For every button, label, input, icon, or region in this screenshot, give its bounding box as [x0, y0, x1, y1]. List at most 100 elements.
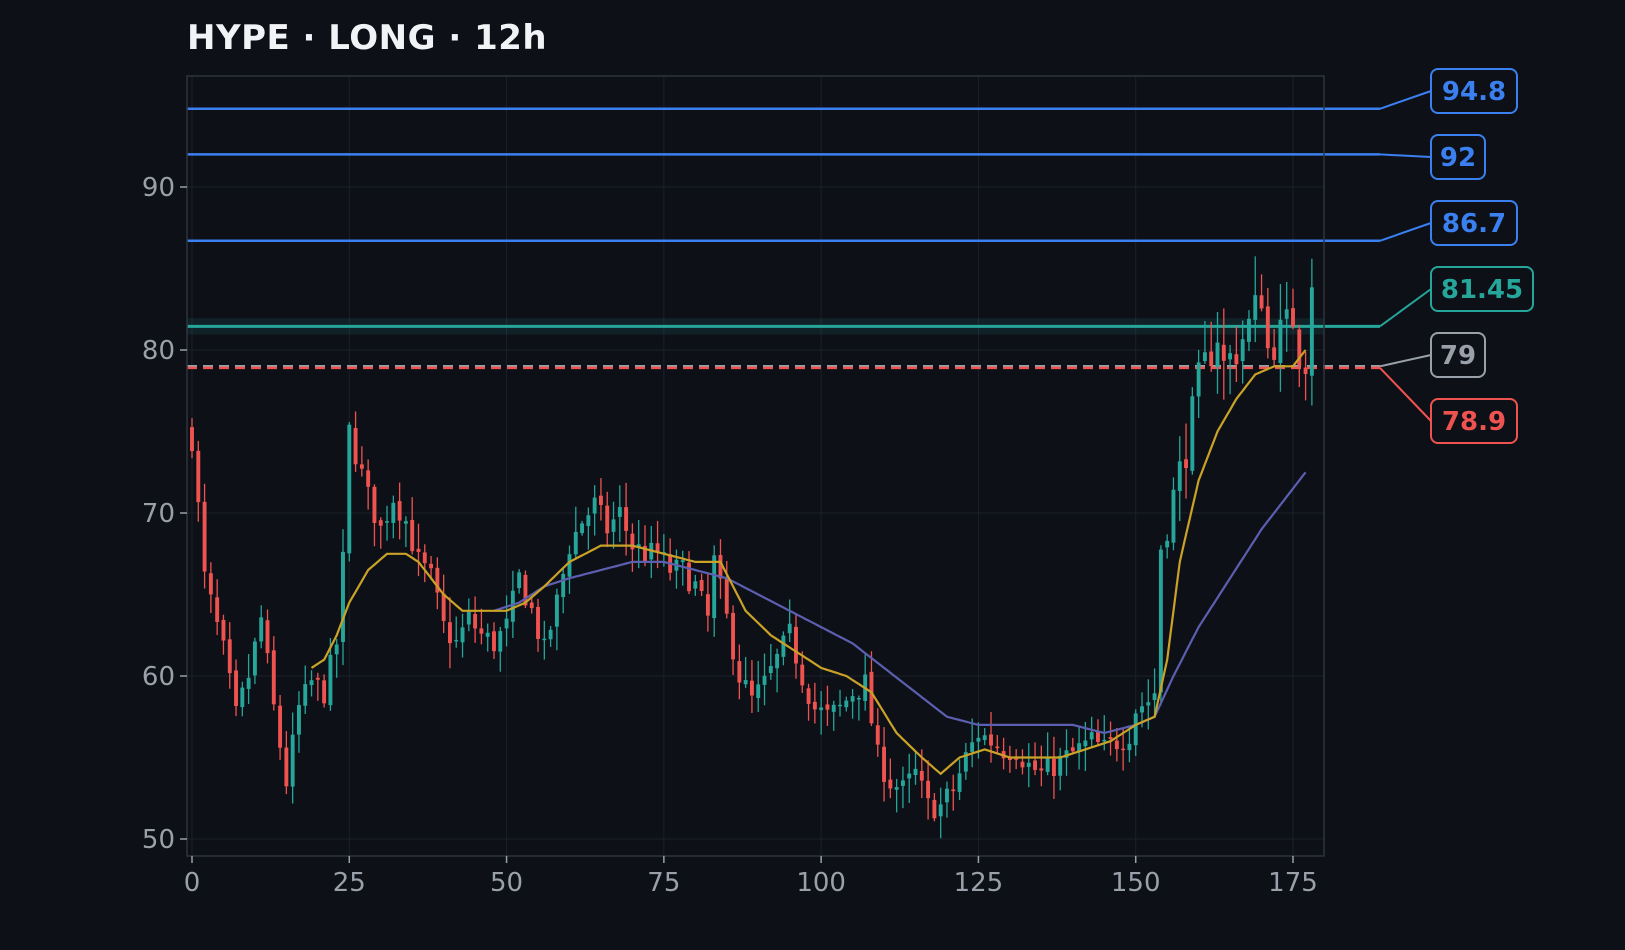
candle-body: [372, 486, 377, 523]
candle-body: [202, 501, 207, 572]
candle-body: [271, 650, 276, 705]
candle-body: [938, 804, 943, 817]
candle-body: [227, 639, 232, 674]
candle-body: [743, 680, 748, 685]
candle-body: [347, 424, 352, 554]
candle-body: [1184, 459, 1188, 469]
label-connector: [1379, 153, 1432, 158]
candle-body: [353, 427, 358, 465]
candle-body: [1051, 758, 1056, 776]
candle-body: [1070, 747, 1075, 752]
candle-body: [1020, 761, 1025, 768]
candle-body: [1196, 362, 1201, 397]
candle-body: [794, 626, 798, 664]
candle-body: [1026, 762, 1031, 767]
candle-body: [1039, 768, 1044, 771]
candle-body: [598, 495, 603, 506]
candle-body: [1228, 353, 1233, 360]
candle-body: [1171, 489, 1176, 543]
candle-body: [825, 704, 830, 710]
candle-body: [1265, 306, 1270, 349]
x-tick-label: 175: [1268, 868, 1318, 898]
candle-body: [554, 594, 559, 627]
candle-body: [781, 635, 786, 657]
candle-body: [1121, 748, 1126, 751]
candle-body: [850, 696, 855, 702]
candle-body: [359, 464, 364, 469]
candle-body: [366, 470, 371, 487]
candle-body: [429, 563, 434, 569]
candle-body: [309, 680, 314, 686]
candle-body: [1108, 737, 1113, 739]
candle-body: [334, 644, 339, 655]
candle-body: [907, 773, 912, 779]
candle-body: [215, 597, 220, 622]
candle-body: [573, 531, 578, 555]
candle-body: [611, 519, 616, 532]
candle-body: [687, 562, 691, 592]
candle-body: [410, 519, 415, 552]
candle-body: [1190, 396, 1195, 471]
y-tick-label: 60: [142, 662, 175, 692]
candle-body: [1083, 740, 1088, 747]
candle-body: [1127, 743, 1132, 751]
candle-body: [762, 675, 767, 685]
label-connector: [1379, 288, 1432, 328]
x-axis: 0 25 50 75 100 125 150 175: [184, 856, 1318, 898]
candle-body: [926, 780, 931, 799]
candle-body: [246, 677, 251, 689]
level-label: 78.9: [1442, 407, 1506, 437]
candle-body: [705, 594, 710, 616]
candle-body: [624, 507, 629, 531]
candle-body: [592, 497, 597, 514]
candle-body: [768, 666, 773, 674]
candle-body: [1096, 731, 1100, 742]
candle-body: [1253, 295, 1258, 320]
candle-body: [454, 639, 459, 642]
candle-body: [775, 653, 780, 669]
candle-body: [945, 788, 949, 803]
label-connector: [1379, 367, 1432, 422]
candle-body: [303, 684, 308, 706]
candle-body: [1309, 287, 1314, 376]
candle-body: [976, 737, 981, 742]
candle-body: [315, 677, 320, 680]
candle-body: [800, 664, 805, 686]
plot-frame: [186, 75, 1325, 857]
candle-body: [838, 704, 842, 707]
candle-body: [529, 602, 534, 609]
candle-body: [919, 771, 924, 781]
candle-body: [1202, 352, 1207, 362]
candle-body: [441, 593, 446, 621]
label-connector: [1379, 90, 1432, 110]
candle-body: [536, 606, 540, 639]
candle-body: [580, 523, 585, 534]
y-tick-label: 80: [142, 336, 175, 366]
candle-body: [460, 627, 465, 643]
candle-body: [712, 555, 717, 619]
candle-body: [498, 631, 503, 652]
candle-body: [1291, 308, 1295, 327]
level-label: 94.8: [1442, 77, 1506, 107]
candle-body: [416, 548, 421, 552]
candle-body: [234, 670, 238, 707]
candle-body: [875, 725, 880, 745]
candle-body: [1152, 693, 1157, 701]
candle-body: [278, 705, 283, 748]
candle-body: [586, 515, 591, 527]
x-tick-label: 75: [647, 868, 680, 898]
candle-body: [240, 687, 245, 708]
candle-body: [787, 623, 792, 634]
candle-body: [806, 688, 811, 704]
candle-body: [819, 707, 824, 711]
x-tick-label: 125: [954, 868, 1004, 898]
candle-body: [290, 734, 295, 787]
candle-body: [749, 680, 754, 696]
candle-body: [1140, 706, 1144, 713]
candle-body: [504, 618, 509, 629]
candle-body: [737, 661, 742, 683]
candle-body: [1240, 339, 1245, 362]
candle-body: [297, 705, 301, 735]
candle-body: [1045, 757, 1050, 772]
candle-body: [378, 520, 383, 526]
